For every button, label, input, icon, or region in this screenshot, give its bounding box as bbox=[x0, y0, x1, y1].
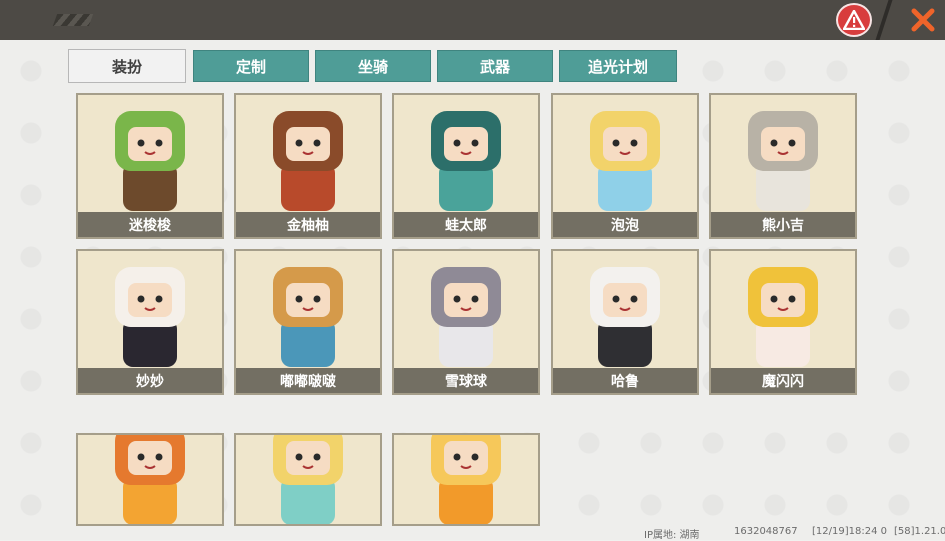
skin-name: 蛙太郎 bbox=[394, 212, 538, 237]
tab-label: 追光计划 bbox=[587, 57, 648, 76]
skin-card[interactable]: 泡泡 bbox=[551, 93, 699, 239]
tab-label: 定制 bbox=[235, 57, 266, 76]
skin-name: 妙妙 bbox=[78, 368, 222, 393]
tab-dress-up[interactable]: 装扮 bbox=[68, 49, 186, 83]
tab-label: 武器 bbox=[479, 57, 510, 76]
skin-card[interactable]: 熊小吉 bbox=[709, 93, 857, 239]
warning-icon bbox=[843, 10, 865, 30]
user-id: 1632048767 bbox=[734, 526, 798, 537]
skin-card[interactable]: 哈鲁 bbox=[551, 249, 699, 395]
character-portrait bbox=[78, 435, 222, 524]
tab-chase-light-plan[interactable]: 追光计划 bbox=[559, 50, 677, 82]
skin-name: 金柚柚 bbox=[236, 212, 380, 237]
skin-name: 泡泡 bbox=[553, 212, 697, 237]
skin-card[interactable]: 迷梭梭 bbox=[76, 93, 224, 239]
skin-name: 嘟嘟啵啵 bbox=[236, 368, 380, 393]
warning-button[interactable] bbox=[836, 3, 872, 37]
skin-card[interactable] bbox=[234, 433, 382, 526]
timestamp: [12/19]18:24 0 bbox=[812, 526, 887, 537]
close-button[interactable] bbox=[900, 0, 945, 40]
tab-mount[interactable]: 坐骑 bbox=[315, 50, 431, 82]
version: [58]1.21.0 bbox=[894, 526, 945, 537]
character-portrait bbox=[236, 435, 380, 524]
skin-card[interactable]: 蛙太郎 bbox=[392, 93, 540, 239]
tab-custom[interactable]: 定制 bbox=[193, 50, 309, 82]
skin-card[interactable]: 金柚柚 bbox=[234, 93, 382, 239]
skin-name: 雪球球 bbox=[394, 368, 538, 393]
skin-name: 迷梭梭 bbox=[78, 212, 222, 237]
skin-card[interactable]: 妙妙 bbox=[76, 249, 224, 395]
skin-name: 魔闪闪 bbox=[711, 368, 855, 393]
skin-name: 哈鲁 bbox=[553, 368, 697, 393]
tab-weapon[interactable]: 武器 bbox=[437, 50, 553, 82]
skin-card[interactable]: 雪球球 bbox=[392, 249, 540, 395]
top-bar: ᡃ bbox=[0, 0, 945, 40]
skin-card[interactable] bbox=[392, 433, 540, 526]
skin-card[interactable] bbox=[76, 433, 224, 526]
tab-label: 坐骑 bbox=[357, 57, 388, 76]
skin-card[interactable]: 嘟嘟啵啵 bbox=[234, 249, 382, 395]
decorative-stripe bbox=[52, 14, 94, 26]
close-icon bbox=[911, 8, 934, 32]
skin-card[interactable]: 魔闪闪 bbox=[709, 249, 857, 395]
topbar-divider bbox=[875, 0, 893, 40]
character-portrait bbox=[394, 435, 538, 524]
skin-name: 熊小吉 bbox=[711, 212, 855, 237]
tab-label: 装扮 bbox=[111, 57, 142, 76]
ip-location: IP属地: 湖南 bbox=[644, 530, 700, 541]
